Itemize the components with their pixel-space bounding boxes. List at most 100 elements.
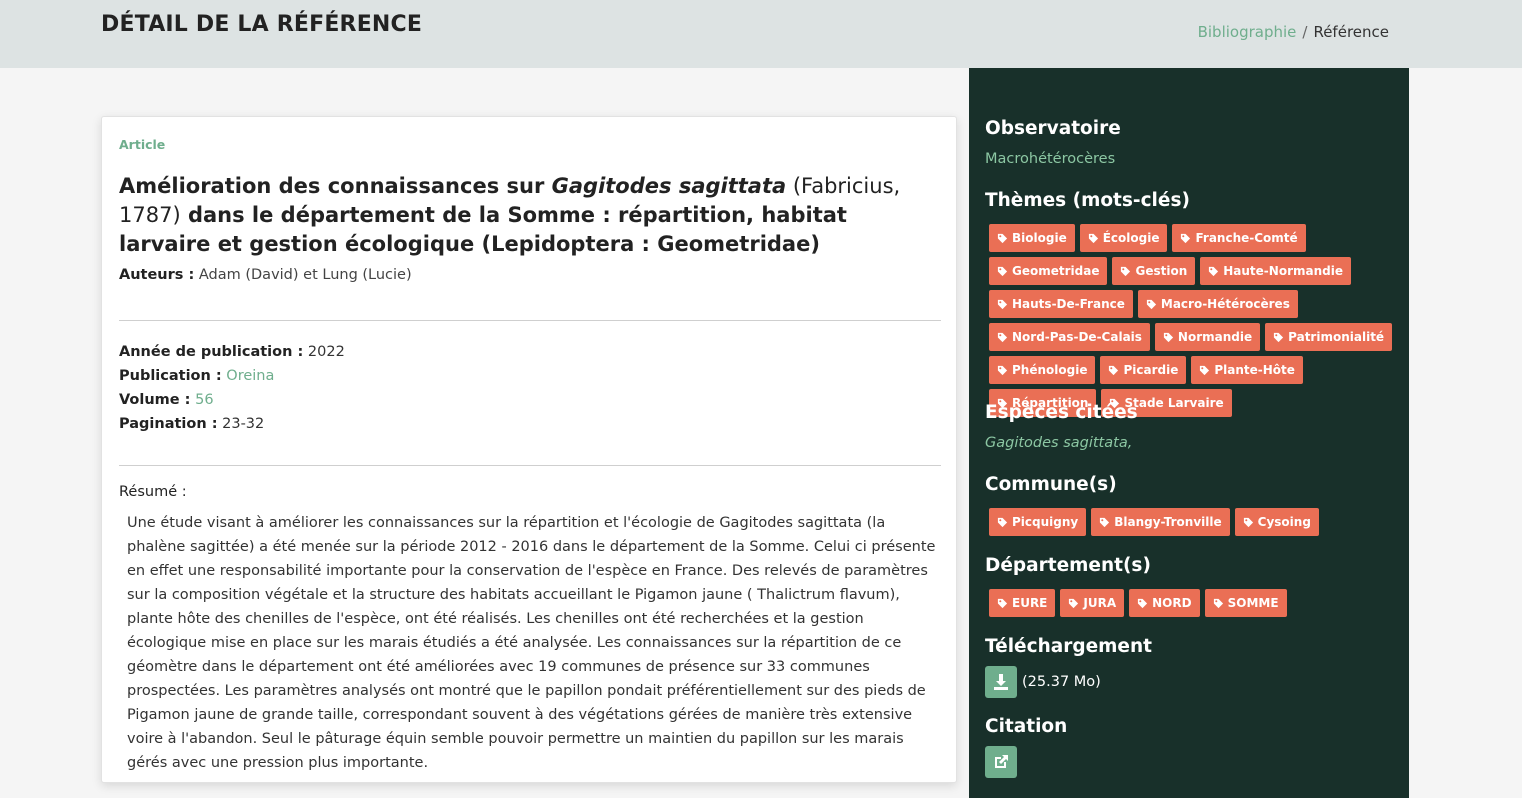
divider <box>119 320 941 321</box>
year-label: Année de publication : <box>119 344 304 360</box>
theme-tag[interactable]: Gestion <box>1112 257 1196 285</box>
tag-icon <box>1120 266 1131 277</box>
tag-icon <box>1068 598 1079 609</box>
communes-tag-list: Picquigny Blangy-Tronville Cysoing <box>989 508 1399 541</box>
especes-heading: Espèces citées <box>985 402 1138 423</box>
departements-tag-list: EURE JURA NORD SOMME <box>989 589 1399 622</box>
title-species: Gagitodes sagittata <box>551 174 787 198</box>
volume-link[interactable]: 56 <box>195 392 213 408</box>
tag-icon <box>997 598 1008 609</box>
theme-tag-label: Phénologie <box>1012 363 1088 377</box>
theme-tag-label: Patrimonialité <box>1288 330 1385 344</box>
tag-icon <box>1180 233 1191 244</box>
observatoire-link[interactable]: Macrohétérocères <box>985 151 1115 167</box>
resume-text: Une étude visant à améliorer les connais… <box>127 515 936 771</box>
commune-tag-label: Cysoing <box>1257 515 1311 529</box>
publication-metadata: Année de publication : 2022 Publication … <box>119 340 345 436</box>
authors-label: Auteurs : <box>119 267 195 283</box>
theme-tag-label: Plante-Hôte <box>1214 363 1295 377</box>
external-link-icon <box>995 755 1008 768</box>
departement-tag-label: NORD <box>1152 596 1192 610</box>
volume-label: Volume : <box>119 392 191 408</box>
citation-heading: Citation <box>985 716 1068 737</box>
citation-button[interactable] <box>985 746 1017 778</box>
tag-icon <box>1213 598 1224 609</box>
theme-tag[interactable]: Haute-Normandie <box>1200 257 1351 285</box>
theme-tag-label: Gestion <box>1135 264 1188 278</box>
theme-tag-label: Picardie <box>1123 363 1179 377</box>
year-row: Année de publication : 2022 <box>119 340 345 364</box>
authors-value: Adam (David) et Lung (Lucie) <box>198 267 412 283</box>
departement-tag[interactable]: NORD <box>1129 589 1200 617</box>
observatoire-heading: Observatoire <box>985 118 1121 139</box>
reference-title: Amélioration des connaissances sur Gagit… <box>119 172 934 259</box>
sidebar: Observatoire Macrohétérocères Thèmes (mo… <box>969 68 1409 798</box>
theme-tag[interactable]: Geometridae <box>989 257 1108 285</box>
page-title: DÉTAIL DE LA RÉFÉRENCE <box>101 12 423 37</box>
theme-tag-label: Haute-Normandie <box>1223 264 1343 278</box>
departement-tag[interactable]: JURA <box>1060 589 1125 617</box>
theme-tag[interactable]: Phénologie <box>989 356 1096 384</box>
authors: Auteurs : Adam (David) et Lung (Lucie) <box>119 267 412 283</box>
commune-tag[interactable]: Cysoing <box>1234 508 1319 536</box>
theme-tag[interactable]: Picardie <box>1100 356 1187 384</box>
publication-row: Publication : Oreina <box>119 364 345 388</box>
download-size: (25.37 Mo) <box>1022 674 1101 690</box>
theme-tag[interactable]: Nord-Pas-De-Calais <box>989 323 1150 351</box>
theme-tag[interactable]: Macro-Hétérocères <box>1137 290 1298 318</box>
especes-link[interactable]: Gagitodes sagittata, <box>985 435 1132 451</box>
theme-tag[interactable]: Patrimonialité <box>1265 323 1393 351</box>
tag-icon <box>997 233 1008 244</box>
commune-tag-label: Blangy-Tronville <box>1114 515 1222 529</box>
theme-tag[interactable]: Biologie <box>989 224 1075 252</box>
publication-label: Publication : <box>119 368 222 384</box>
themes-tag-list: Biologie Écologie Franche-Comté Geometridae… <box>989 224 1399 422</box>
tag-icon <box>1208 266 1219 277</box>
theme-tag-label: Macro-Hétérocères <box>1160 297 1290 311</box>
theme-tag-label: Geometridae <box>1012 264 1100 278</box>
departements-heading: Département(s) <box>985 555 1151 576</box>
tag-icon <box>1099 517 1110 528</box>
tag-icon <box>1088 233 1099 244</box>
themes-heading: Thèmes (mots-clés) <box>985 190 1190 211</box>
theme-tag[interactable]: Hauts-De-France <box>989 290 1133 318</box>
publication-link[interactable]: Oreina <box>226 368 274 384</box>
telechargement-heading: Téléchargement <box>985 636 1152 657</box>
departement-tag[interactable]: EURE <box>989 589 1056 617</box>
breadcrumb: Bibliographie / Référence <box>1198 23 1389 41</box>
commune-tag[interactable]: Blangy-Tronville <box>1091 508 1230 536</box>
breadcrumb-separator: / <box>1302 23 1308 41</box>
tag-icon <box>1108 365 1119 376</box>
pagination-row: Pagination : 23-32 <box>119 412 345 436</box>
title-part: Amélioration des connaissances sur <box>119 174 552 198</box>
theme-tag-label: Biologie <box>1012 231 1067 245</box>
departement-tag-label: SOMME <box>1227 596 1279 610</box>
year-value: 2022 <box>307 344 345 360</box>
tag-icon <box>1163 332 1174 343</box>
tag-icon <box>1273 332 1284 343</box>
theme-tag-label: Nord-Pas-De-Calais <box>1012 330 1142 344</box>
download-button[interactable] <box>985 666 1017 698</box>
tag-icon <box>997 299 1008 310</box>
tag-icon <box>997 365 1008 376</box>
theme-tag[interactable]: Normandie <box>1154 323 1261 351</box>
reference-card: Article Amélioration des connaissances s… <box>101 116 957 783</box>
breadcrumb-bibliographie-link[interactable]: Bibliographie <box>1198 23 1297 41</box>
volume-row: Volume : 56 <box>119 388 345 412</box>
tag-icon <box>997 266 1008 277</box>
tag-icon <box>997 332 1008 343</box>
departement-tag-label: JURA <box>1083 596 1117 610</box>
commune-tag[interactable]: Picquigny <box>989 508 1087 536</box>
tag-icon <box>1146 299 1157 310</box>
communes-heading: Commune(s) <box>985 474 1117 495</box>
departement-tag[interactable]: SOMME <box>1204 589 1287 617</box>
document-type: Article <box>119 137 166 152</box>
theme-tag[interactable]: Écologie <box>1079 224 1168 252</box>
commune-tag-label: Picquigny <box>1012 515 1079 529</box>
theme-tag-label: Hauts-De-France <box>1012 297 1125 311</box>
theme-tag[interactable]: Franche-Comté <box>1172 224 1306 252</box>
theme-tag[interactable]: Plante-Hôte <box>1191 356 1303 384</box>
theme-tag-label: Écologie <box>1102 231 1160 245</box>
page-header: DÉTAIL DE LA RÉFÉRENCE Bibliographie / Réf… <box>0 0 1522 68</box>
title-part: dans le département de la Somme : répart… <box>119 203 847 256</box>
